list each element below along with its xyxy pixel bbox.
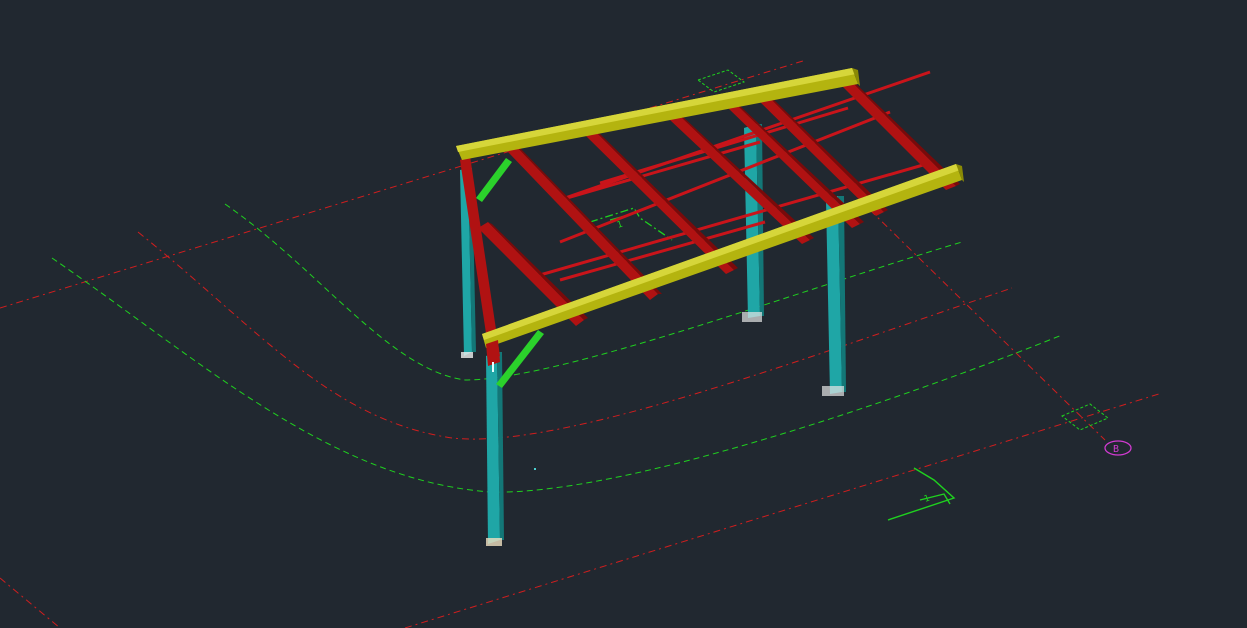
svg-text:1: 1 — [923, 494, 931, 505]
red-grid-lines — [0, 59, 1163, 628]
model-drawing: 1 1 B — [0, 59, 1163, 628]
svg-text:1: 1 — [616, 220, 624, 231]
grid-marker-label: B — [1113, 444, 1119, 455]
eave-beams — [456, 68, 964, 348]
section-marker-icon[interactable]: 1 — [887, 467, 956, 521]
brace-back — [476, 158, 512, 202]
grid-bubble-icon[interactable]: B — [1061, 403, 1132, 456]
green-offset-lines — [51, 203, 1063, 493]
cursor-dot — [534, 468, 536, 470]
cad-model-viewport[interactable]: 1 1 B — [0, 0, 1247, 628]
